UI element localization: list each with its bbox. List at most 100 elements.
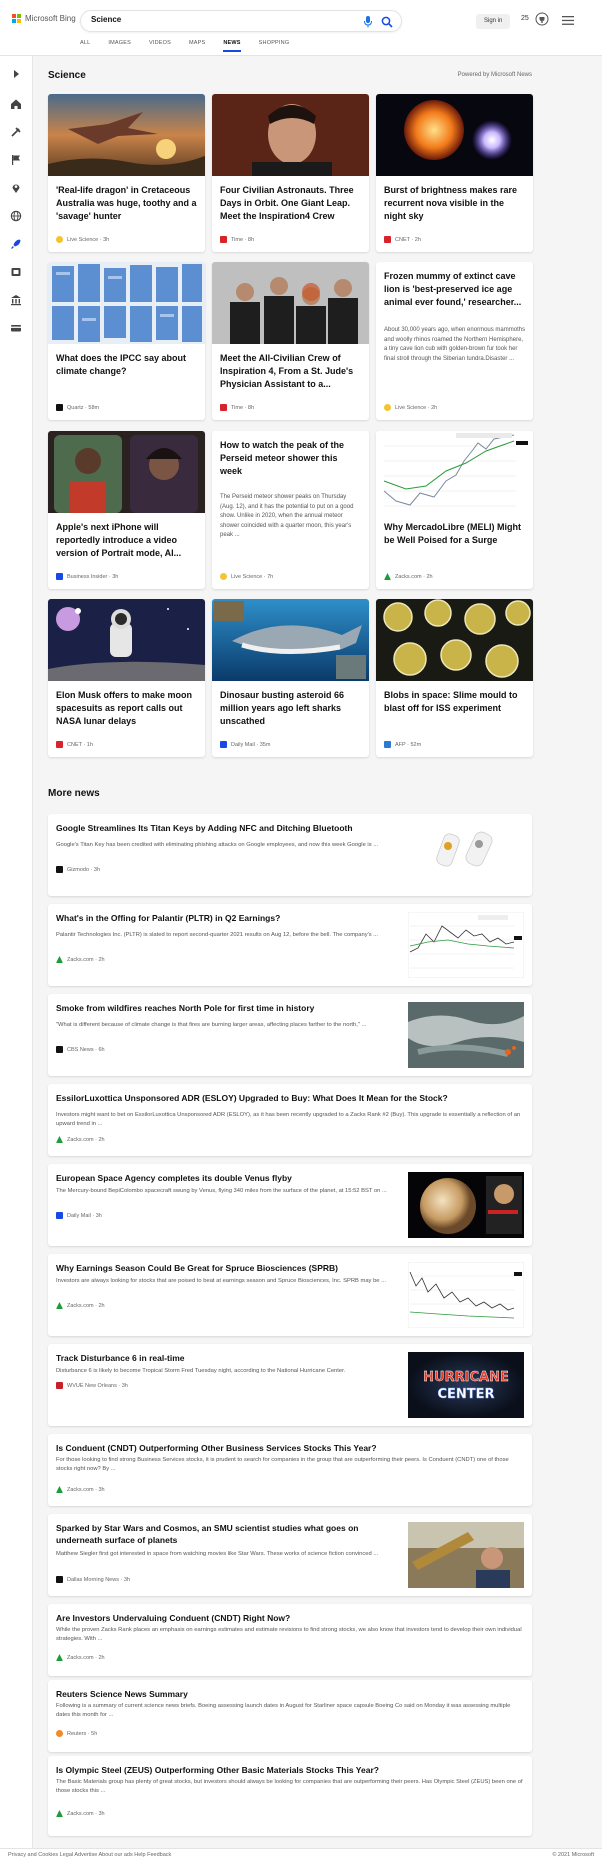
- card-title[interactable]: How to watch the peak of the Perseid met…: [220, 439, 362, 478]
- logo-text: Microsoft Bing: [25, 14, 76, 23]
- news-source: Zacks.com · 2h: [56, 1654, 105, 1661]
- news-title[interactable]: Smoke from wildfires reaches North Pole …: [56, 1002, 396, 1014]
- flag-icon[interactable]: [10, 154, 22, 166]
- news-list-item[interactable]: Is Olympic Steel (ZEUS) Outperforming Ot…: [48, 1756, 532, 1836]
- news-list-item[interactable]: What's in the Offing for Palantir (PLTR)…: [48, 904, 532, 986]
- sign-in-button[interactable]: Sign in: [476, 14, 511, 29]
- news-list-item[interactable]: European Space Agency completes its doub…: [48, 1164, 532, 1246]
- powered-by-text[interactable]: Powered by Microsoft News: [458, 72, 532, 78]
- card-source: CNET · 2h: [384, 236, 421, 243]
- news-card[interactable]: What does the IPCC say about climate cha…: [48, 262, 205, 420]
- card-title[interactable]: Blobs in space: Slime mould to blast off…: [384, 689, 526, 715]
- news-source: CBS News · 6h: [56, 1046, 105, 1053]
- news-card[interactable]: 'Real-life dragon' in Cretaceous Austral…: [48, 94, 205, 252]
- hamburger-menu-icon[interactable]: [562, 16, 574, 25]
- rewards-points[interactable]: 25: [521, 15, 529, 22]
- tab-all[interactable]: ALL: [80, 40, 90, 52]
- news-title[interactable]: Is Olympic Steel (ZEUS) Outperforming Ot…: [56, 1764, 524, 1776]
- news-source: Zacks.com · 3h: [56, 1486, 105, 1493]
- news-snippet: Matthew Siegler first got interested in …: [56, 1551, 379, 1557]
- card-title[interactable]: What does the IPCC say about climate cha…: [56, 352, 198, 378]
- search-nav-tabs: ALL IMAGES VIDEOS MAPS NEWS SHOPPING: [80, 40, 289, 52]
- news-source: Gizmodo · 3h: [56, 866, 100, 873]
- source-label: Live Science · 3h: [67, 236, 110, 243]
- rewards-trophy-icon[interactable]: [535, 12, 549, 28]
- location-icon[interactable]: [10, 182, 22, 194]
- news-card[interactable]: Why MercadoLibre (MELI) Might be Well Po…: [376, 431, 533, 589]
- tab-shopping[interactable]: SHOPPING: [259, 40, 290, 52]
- card-title[interactable]: 'Real-life dragon' in Cretaceous Austral…: [56, 184, 198, 223]
- tools-icon[interactable]: [10, 126, 22, 138]
- news-title[interactable]: Track Disturbance 6 in real-time: [56, 1352, 396, 1364]
- news-title[interactable]: What's in the Offing for Palantir (PLTR)…: [56, 912, 396, 924]
- card-title[interactable]: Apple's next iPhone will reportedly intr…: [56, 521, 198, 560]
- news-snippet: Disturbance 6 is likely to become Tropic…: [56, 1368, 346, 1374]
- science-rocket-icon[interactable]: [10, 238, 22, 250]
- bing-logo[interactable]: Microsoft Bing: [12, 14, 76, 23]
- card-title[interactable]: Burst of brightness makes rare recurrent…: [384, 184, 526, 223]
- header: Microsoft Bing Sign in 25 ALL IMAGES VID…: [0, 0, 602, 56]
- search-icon[interactable]: [381, 16, 393, 28]
- card-title[interactable]: Frozen mummy of extinct cave lion is 'be…: [384, 270, 526, 309]
- news-card[interactable]: Blobs in space: Slime mould to blast off…: [376, 599, 533, 757]
- building-icon[interactable]: [10, 294, 22, 306]
- news-list-item[interactable]: Reuters Science News Summary Following i…: [48, 1680, 532, 1752]
- afp-logo-icon: [384, 741, 391, 748]
- news-list-item[interactable]: Track Disturbance 6 in real-time Disturb…: [48, 1344, 532, 1426]
- news-snippet: Google's Titan Key has been credited wit…: [56, 842, 379, 848]
- news-title[interactable]: EssilorLuxottica Unsponsored ADR (ESLOY)…: [56, 1092, 524, 1104]
- card-title[interactable]: Four Civilian Astronauts. Three Days in …: [220, 184, 362, 223]
- source-label: WVUE New Orleans · 3h: [67, 1382, 128, 1389]
- news-list-item[interactable]: Are Investors Undervaluing Conduent (CND…: [48, 1604, 532, 1676]
- search-input[interactable]: [91, 15, 331, 24]
- news-card[interactable]: Apple's next iPhone will reportedly intr…: [48, 431, 205, 589]
- daily-mail-logo-icon: [220, 741, 227, 748]
- source-label: Dallas Morning News · 3h: [67, 1576, 130, 1583]
- source-label: Live Science · 7h: [231, 573, 274, 580]
- card-icon[interactable]: [10, 322, 22, 334]
- tab-maps[interactable]: MAPS: [189, 40, 205, 52]
- footer-links[interactable]: Privacy and Cookies Legal Advertise Abou…: [8, 1852, 171, 1858]
- microphone-icon[interactable]: [363, 16, 373, 28]
- news-source: Dallas Morning News · 3h: [56, 1576, 130, 1583]
- news-list-item[interactable]: Why Earnings Season Could Be Great for S…: [48, 1254, 532, 1336]
- tab-videos[interactable]: VIDEOS: [149, 40, 171, 52]
- news-list-item[interactable]: Smoke from wildfires reaches North Pole …: [48, 994, 532, 1076]
- news-card[interactable]: Burst of brightness makes rare recurrent…: [376, 94, 533, 252]
- news-card[interactable]: How to watch the peak of the Perseid met…: [212, 431, 369, 589]
- card-title[interactable]: Why MercadoLibre (MELI) Might be Well Po…: [384, 521, 526, 547]
- news-title[interactable]: Reuters Science News Summary: [56, 1688, 524, 1700]
- news-card[interactable]: Dinosaur busting asteroid 66 million yea…: [212, 599, 369, 757]
- globe-icon[interactable]: [10, 210, 22, 222]
- card-title[interactable]: Meet the All-Civilian Crew of Inspiratio…: [220, 352, 362, 391]
- zacks-logo-icon: [56, 1654, 63, 1661]
- news-card[interactable]: Frozen mummy of extinct cave lion is 'be…: [376, 262, 533, 420]
- tab-news[interactable]: NEWS: [223, 40, 241, 52]
- search-box[interactable]: [80, 10, 402, 32]
- tab-images[interactable]: IMAGES: [108, 40, 131, 52]
- media-icon[interactable]: [10, 266, 22, 278]
- news-title[interactable]: Google Streamlines Its Titan Keys by Add…: [56, 822, 396, 834]
- live-science-logo-icon: [56, 236, 63, 243]
- news-list-item[interactable]: Google Streamlines Its Titan Keys by Add…: [48, 814, 532, 896]
- news-card[interactable]: Elon Musk offers to make moon spacesuits…: [48, 599, 205, 757]
- card-title[interactable]: Elon Musk offers to make moon spacesuits…: [56, 689, 198, 728]
- news-title[interactable]: Sparked by Star Wars and Cosmos, an SMU …: [56, 1522, 386, 1546]
- news-title[interactable]: Is Conduent (CNDT) Outperforming Other B…: [56, 1442, 524, 1454]
- zacks-logo-icon: [56, 1810, 63, 1817]
- news-title[interactable]: Are Investors Undervaluing Conduent (CND…: [56, 1612, 524, 1624]
- news-card[interactable]: Meet the All-Civilian Crew of Inspiratio…: [212, 262, 369, 420]
- news-snippet: "What is different because of climate ch…: [56, 1022, 367, 1028]
- source-label: Zacks.com · 2h: [67, 1302, 105, 1309]
- news-title[interactable]: European Space Agency completes its doub…: [56, 1172, 396, 1184]
- news-list-item[interactable]: Sparked by Star Wars and Cosmos, an SMU …: [48, 1514, 532, 1596]
- stock-chart-image: [408, 1262, 524, 1328]
- news-card[interactable]: Four Civilian Astronauts. Three Days in …: [212, 94, 369, 252]
- news-list-item[interactable]: EssilorLuxottica Unsponsored ADR (ESLOY)…: [48, 1084, 532, 1156]
- card-title[interactable]: Dinosaur busting asteroid 66 million yea…: [220, 689, 362, 728]
- home-icon[interactable]: [10, 98, 22, 110]
- news-title[interactable]: Why Earnings Season Could Be Great for S…: [56, 1262, 396, 1274]
- source-label: Reuters · 5h: [67, 1730, 98, 1737]
- expand-arrow-icon[interactable]: [10, 68, 22, 80]
- news-list-item[interactable]: Is Conduent (CNDT) Outperforming Other B…: [48, 1434, 532, 1506]
